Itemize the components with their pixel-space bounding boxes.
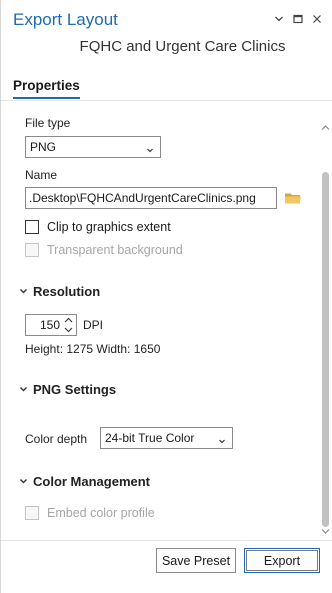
dpi-spin-arrows[interactable]	[63, 317, 74, 333]
color-management-section-header[interactable]: Color Management	[19, 474, 150, 489]
color-depth-label: Color depth	[25, 432, 88, 446]
file-type-label: File type	[25, 116, 71, 130]
vertical-scrollbar[interactable]	[319, 112, 331, 540]
chevron-down-icon	[218, 434, 226, 448]
chevron-down-icon	[146, 143, 154, 157]
close-icon[interactable]	[311, 13, 323, 25]
transparent-background-row: Transparent background	[25, 243, 183, 257]
properties-scroll-area: File type PNG Name .Desktop\FQHCAndUrgen…	[1, 112, 319, 540]
save-preset-button[interactable]: Save Preset	[156, 548, 236, 573]
resolution-section-title: Resolution	[33, 284, 101, 299]
scroll-up-icon[interactable]	[321, 120, 330, 134]
color-depth-select[interactable]: 24-bit True Color	[100, 427, 233, 449]
pane-title-row: Export Layout	[13, 10, 323, 32]
file-type-value: PNG	[30, 140, 57, 154]
layout-name: FQHC and Urgent Care Clinics	[79, 38, 286, 55]
transparent-background-label: Transparent background	[47, 243, 183, 257]
resolution-section-header[interactable]: Resolution	[19, 284, 100, 299]
chevron-down-icon	[19, 382, 28, 397]
spin-up-icon	[64, 317, 73, 323]
png-settings-section-title: PNG Settings	[33, 382, 117, 397]
color-management-section-title: Color Management	[33, 474, 151, 489]
clip-to-graphics-extent-checkbox[interactable]	[25, 220, 39, 234]
properties-content[interactable]: File type PNG Name .Desktop\FQHCAndUrgen…	[1, 112, 332, 540]
png-settings-section-header[interactable]: PNG Settings	[19, 382, 116, 397]
maximize-icon[interactable]	[292, 13, 304, 25]
embed-color-profile-row: Embed color profile	[25, 506, 155, 520]
export-layout-pane: Export Layout FQHC and Urgent Care Clini…	[0, 0, 332, 593]
export-button[interactable]: Export	[244, 548, 320, 573]
color-depth-value: 24-bit True Color	[105, 431, 195, 445]
scrollbar-thumb[interactable]	[322, 172, 329, 527]
pane-title: Export Layout	[13, 10, 118, 29]
output-size-text: Height: 1275 Width: 1650	[25, 342, 161, 356]
chevron-down-icon	[19, 284, 28, 299]
name-label: Name	[25, 168, 58, 182]
chevron-down-icon	[19, 474, 28, 489]
pane-controls	[273, 13, 323, 25]
embed-color-profile-label: Embed color profile	[47, 506, 155, 520]
clip-to-graphics-extent-row[interactable]: Clip to graphics extent	[25, 220, 171, 234]
file-name-input[interactable]: .Desktop\FQHCAndUrgentCareClinics.png	[25, 187, 277, 209]
dpi-unit-label: DPI	[83, 318, 104, 332]
dpi-value: 150	[39, 318, 60, 332]
footer-divider	[1, 540, 332, 541]
tab-properties[interactable]: Properties	[13, 78, 80, 99]
tab-bar: Properties	[13, 78, 80, 99]
transparent-background-checkbox	[25, 243, 39, 257]
file-type-select[interactable]: PNG	[25, 136, 161, 158]
scroll-down-icon[interactable]	[321, 524, 330, 538]
spin-down-icon	[64, 327, 73, 333]
browse-folder-icon[interactable]	[284, 191, 302, 208]
pane-options-chevron-icon[interactable]	[273, 13, 285, 25]
clip-to-graphics-extent-label: Clip to graphics extent	[47, 220, 171, 234]
tab-divider	[1, 100, 332, 101]
dpi-spinner[interactable]: 150	[25, 314, 77, 336]
file-name-value: .Desktop\FQHCAndUrgentCareClinics.png	[29, 191, 256, 205]
embed-color-profile-checkbox	[25, 506, 39, 520]
